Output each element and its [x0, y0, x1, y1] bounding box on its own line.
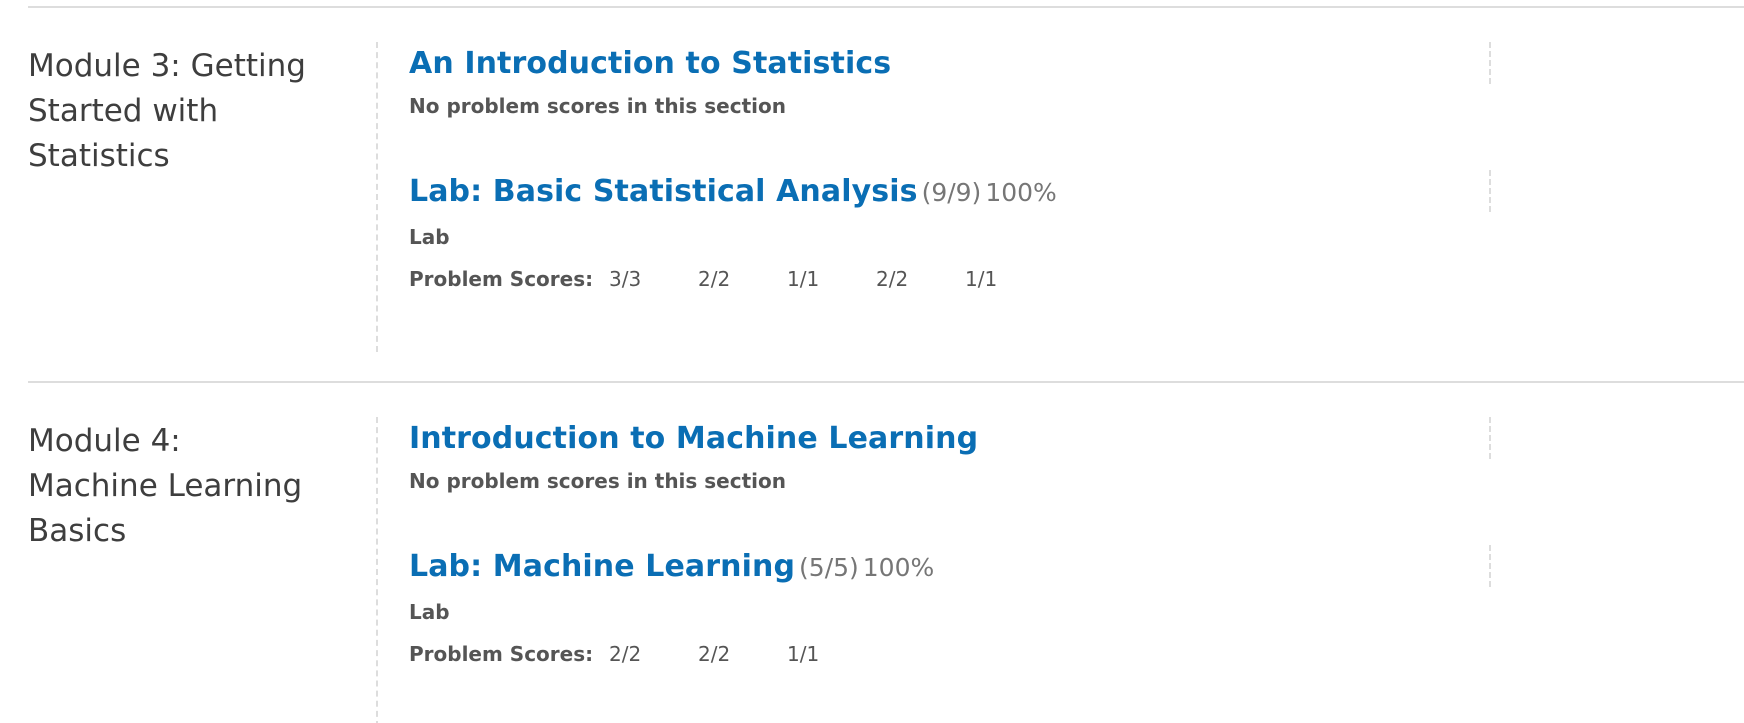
section-percent: 100%: [985, 178, 1057, 207]
section-lab-machine-learning: Lab: Machine Learning (5/5) 100% Lab Probl…: [378, 545, 1491, 723]
section-score: (9/9): [921, 178, 982, 207]
problem-score: 2/2: [698, 267, 731, 291]
section-score: (5/5): [799, 553, 859, 582]
problem-score: 1/1: [965, 267, 998, 291]
problem-score: 1/1: [787, 642, 820, 666]
section-lab-statistics: Lab: Basic Statistical Analysis (9/9) 100%…: [378, 170, 1491, 348]
chapter-module-4: Module 4: Machine Learning Basics Introd…: [28, 381, 1744, 723]
problem-scores: Problem Scores: 3/3 2/2 1/1 2/2 1/1: [409, 265, 1488, 293]
chapter-module-3: Module 3: Getting Started with Statistic…: [28, 6, 1744, 378]
problem-scores-list: 2/2 2/2 1/1: [609, 640, 876, 668]
section-intro-statistics: An Introduction to Statistics No problem…: [378, 42, 1491, 170]
section-heading: Introduction to Machine Learning: [409, 417, 1488, 459]
chapter-sections: An Introduction to Statistics No problem…: [376, 42, 1491, 352]
problem-score: 2/2: [609, 642, 642, 666]
problem-scores: Problem Scores: 2/2 2/2 1/1: [409, 640, 1488, 668]
section-heading: Lab: Machine Learning (5/5) 100%: [409, 545, 1488, 588]
chapter-title: Module 4: Machine Learning Basics: [28, 423, 303, 549]
section-title-link[interactable]: Lab: Basic Statistical Analysis: [409, 174, 918, 209]
assignment-format: Lab: [409, 600, 450, 624]
assignment-format: Lab: [409, 225, 450, 249]
problem-score: 2/2: [876, 267, 909, 291]
section-divider: [1489, 417, 1491, 459]
section-intro-machine-learning: Introduction to Machine Learning No prob…: [378, 417, 1491, 545]
section-divider: [1489, 170, 1491, 212]
problem-score: 3/3: [609, 267, 642, 291]
section-title-link[interactable]: Lab: Machine Learning: [409, 549, 795, 584]
problem-score: 1/1: [787, 267, 820, 291]
section-percent: 100%: [862, 553, 935, 582]
problem-scores-list: 3/3 2/2 1/1 2/2 1/1: [609, 265, 1054, 293]
problem-scores-label: Problem Scores:: [409, 642, 594, 666]
problem-score: 2/2: [698, 642, 731, 666]
progress-page: Module 3: Getting Started with Statistic…: [0, 0, 1744, 723]
section-heading: An Introduction to Statistics: [409, 42, 1488, 84]
section-divider: [1489, 42, 1491, 84]
section-heading: Lab: Basic Statistical Analysis (9/9) 100%: [409, 170, 1488, 213]
chapter-sections: Introduction to Machine Learning No prob…: [376, 417, 1491, 723]
section-divider: [1489, 545, 1491, 587]
no-scores-note: No problem scores in this section: [409, 469, 786, 493]
section-title-link[interactable]: An Introduction to Statistics: [409, 46, 891, 81]
section-title-link[interactable]: Introduction to Machine Learning: [409, 421, 978, 456]
no-scores-note: No problem scores in this section: [409, 94, 786, 118]
chapter-title: Module 3: Getting Started with Statistic…: [28, 48, 306, 174]
problem-scores-label: Problem Scores:: [409, 267, 594, 291]
